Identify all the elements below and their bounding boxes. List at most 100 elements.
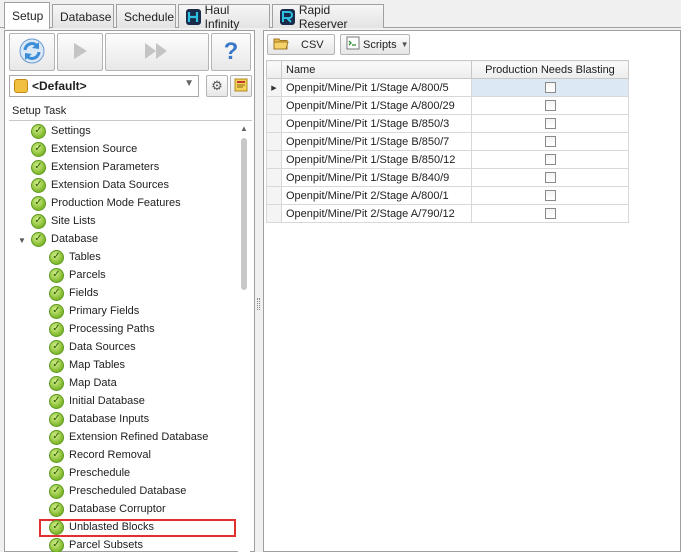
row-indicator <box>266 150 282 169</box>
name-cell[interactable]: Openpit/Mine/Pit 2/Stage A/790/12 <box>281 204 472 223</box>
production-needs-blasting-checkbox[interactable] <box>544 154 556 166</box>
production-needs-blasting-checkbox[interactable] <box>544 118 556 130</box>
tree-item-extension-data-sources[interactable]: ✓ Extension Data Sources <box>31 176 169 194</box>
production-needs-blasting-checkbox[interactable] <box>544 190 556 202</box>
tree-item-map-tables[interactable]: ✓ Map Tables <box>49 356 125 374</box>
gear-icon: ⚙ <box>211 78 223 93</box>
tree-item-production-mode-features[interactable]: ✓ Production Mode Features <box>31 194 181 212</box>
production-needs-blasting-checkbox[interactable] <box>544 82 556 94</box>
check-icon: ✓ <box>31 159 46 175</box>
csv-button[interactable]: CSV <box>267 34 335 55</box>
setup-task-panel: ? <Default> ▼ ⚙ Setup Task ✓ Settings ✓ Ex… <box>4 30 255 552</box>
tab-schedule[interactable]: Schedule <box>116 4 176 28</box>
blasting-cell <box>471 204 629 223</box>
tab-haul-infinity[interactable]: Haul Infinity <box>178 3 270 31</box>
check-icon: ✓ <box>49 393 64 409</box>
tree-item-label: Settings <box>51 125 91 137</box>
table-row[interactable]: Openpit/Mine/Pit 2/Stage A/800/1 <box>266 186 629 205</box>
tree-item-record-removal[interactable]: ✓ Record Removal <box>49 446 151 464</box>
tree-item-parcel-subsets[interactable]: ✓ Parcel Subsets <box>49 536 143 552</box>
table-row[interactable]: Openpit/Mine/Pit 1/Stage B/840/9 <box>266 168 629 187</box>
tree-item-unblasted-blocks[interactable]: ✓ Unblasted Blocks <box>49 518 154 536</box>
rapid-reserver-logo-icon <box>280 8 295 25</box>
tab-rapid-reserver[interactable]: Rapid Reserver <box>272 3 384 31</box>
tree-item-database[interactable]: ✓ Database <box>31 230 98 248</box>
profile-select[interactable]: <Default> ▼ <box>9 75 199 97</box>
table-row[interactable]: Openpit/Mine/Pit 2/Stage A/790/12 <box>266 204 629 223</box>
tree-item-primary-fields[interactable]: ✓ Primary Fields <box>49 302 139 320</box>
tree-item-database-inputs[interactable]: ✓ Database Inputs <box>49 410 149 428</box>
production-needs-blasting-checkbox[interactable] <box>544 100 556 112</box>
tree-item-tables[interactable]: ✓ Tables <box>49 248 101 266</box>
tree-item-label: Extension Source <box>51 143 138 155</box>
table-row[interactable]: Openpit/Mine/Pit 1/Stage A/800/29 <box>266 96 629 115</box>
tree-item-initial-database[interactable]: ✓ Initial Database <box>49 392 145 410</box>
tree-item-extension-source[interactable]: ✓ Extension Source <box>31 140 137 158</box>
scripts-button[interactable]: Scripts ▼ <box>340 34 410 55</box>
tree-item-settings[interactable]: ✓ Settings <box>31 122 91 140</box>
chevron-down-icon: ▼ <box>400 40 409 49</box>
name-cell[interactable]: Openpit/Mine/Pit 2/Stage A/800/1 <box>281 186 472 205</box>
tree-scrollbar[interactable]: ▲ <box>238 122 250 552</box>
tree-item-site-lists[interactable]: ✓ Site Lists <box>31 212 96 230</box>
tree-item-label: Preschedule <box>69 467 131 479</box>
name-cell[interactable]: Openpit/Mine/Pit 1/Stage B/850/3 <box>281 114 472 133</box>
tree-item-label: Unblasted Blocks <box>69 521 154 533</box>
name-cell[interactable]: Openpit/Mine/Pit 1/Stage B/850/12 <box>281 150 472 169</box>
tree-item-parcels[interactable]: ✓ Parcels <box>49 266 106 284</box>
run-button[interactable] <box>57 33 103 71</box>
tree-item-label: Extension Parameters <box>51 161 160 173</box>
production-needs-blasting-checkbox[interactable] <box>544 172 556 184</box>
tree-item-preschedule[interactable]: ✓ Preschedule <box>49 464 130 482</box>
profile-notes-button[interactable] <box>230 75 252 97</box>
tree-item-processing-paths[interactable]: ✓ Processing Paths <box>49 320 155 338</box>
csv-button-label: CSV <box>301 38 324 51</box>
table-row[interactable]: Openpit/Mine/Pit 1/Stage B/850/12 <box>266 150 629 169</box>
check-icon: ✓ <box>49 285 64 301</box>
row-indicator <box>266 114 282 133</box>
tree-item-label: Parcels <box>69 269 106 281</box>
production-needs-blasting-checkbox[interactable] <box>544 136 556 148</box>
check-icon: ✓ <box>31 195 46 211</box>
name-cell[interactable]: Openpit/Mine/Pit 1/Stage A/800/29 <box>281 96 472 115</box>
column-header-production-needs-blasting[interactable]: Production Needs Blasting <box>471 60 629 79</box>
scripts-button-label: Scripts <box>363 38 397 51</box>
collapse-arrow-icon[interactable]: ▼ <box>18 236 26 245</box>
check-icon: ✓ <box>31 213 46 229</box>
profile-select-value: <Default> <box>32 79 87 93</box>
name-cell[interactable]: Openpit/Mine/Pit 1/Stage B/840/9 <box>281 168 472 187</box>
table-row[interactable]: Openpit/Mine/Pit 1/Stage B/850/7 <box>266 132 629 151</box>
scrollbar-thumb[interactable] <box>241 138 247 290</box>
tree-item-extension-refined-database[interactable]: ✓ Extension Refined Database <box>49 428 208 446</box>
scroll-up-icon[interactable]: ▲ <box>240 124 248 133</box>
column-header-name[interactable]: Name <box>281 60 472 79</box>
check-icon: ✓ <box>49 249 64 265</box>
production-needs-blasting-checkbox[interactable] <box>544 208 556 220</box>
unblasted-blocks-grid: Name Production Needs Blasting ▶ Openpit… <box>266 60 629 223</box>
tree-item-extension-parameters[interactable]: ✓ Extension Parameters <box>31 158 159 176</box>
tab-setup[interactable]: Setup <box>4 2 50 29</box>
blasting-cell <box>471 150 629 169</box>
blasting-cell <box>471 168 629 187</box>
check-icon: ✓ <box>31 141 46 157</box>
tab-database-label: Database <box>60 9 112 24</box>
script-icon <box>346 36 360 53</box>
refresh-button[interactable] <box>9 33 55 71</box>
current-row-indicator-icon: ▶ <box>266 78 282 97</box>
tree-item-database-corruptor[interactable]: ✓ Database Corruptor <box>49 500 166 518</box>
panel-splitter[interactable] <box>255 30 263 552</box>
tree-item-prescheduled-database[interactable]: ✓ Prescheduled Database <box>49 482 186 500</box>
name-cell[interactable]: Openpit/Mine/Pit 1/Stage A/800/5 <box>281 78 472 97</box>
tree-item-data-sources[interactable]: ✓ Data Sources <box>49 338 136 356</box>
tree-item-fields[interactable]: ✓ Fields <box>49 284 98 302</box>
run-all-button[interactable] <box>105 33 209 71</box>
tab-database[interactable]: Database <box>52 4 114 28</box>
main-tab-strip: Setup Database Schedule Haul Infinity Ra… <box>0 0 681 31</box>
table-row[interactable]: Openpit/Mine/Pit 1/Stage B/850/3 <box>266 114 629 133</box>
help-button[interactable]: ? <box>211 33 251 71</box>
name-cell[interactable]: Openpit/Mine/Pit 1/Stage B/850/7 <box>281 132 472 151</box>
profile-settings-button[interactable]: ⚙ <box>206 75 228 97</box>
tree-item-map-data[interactable]: ✓ Map Data <box>49 374 117 392</box>
table-row[interactable]: ▶ Openpit/Mine/Pit 1/Stage A/800/5 <box>266 78 629 97</box>
tab-schedule-label: Schedule <box>124 9 175 24</box>
